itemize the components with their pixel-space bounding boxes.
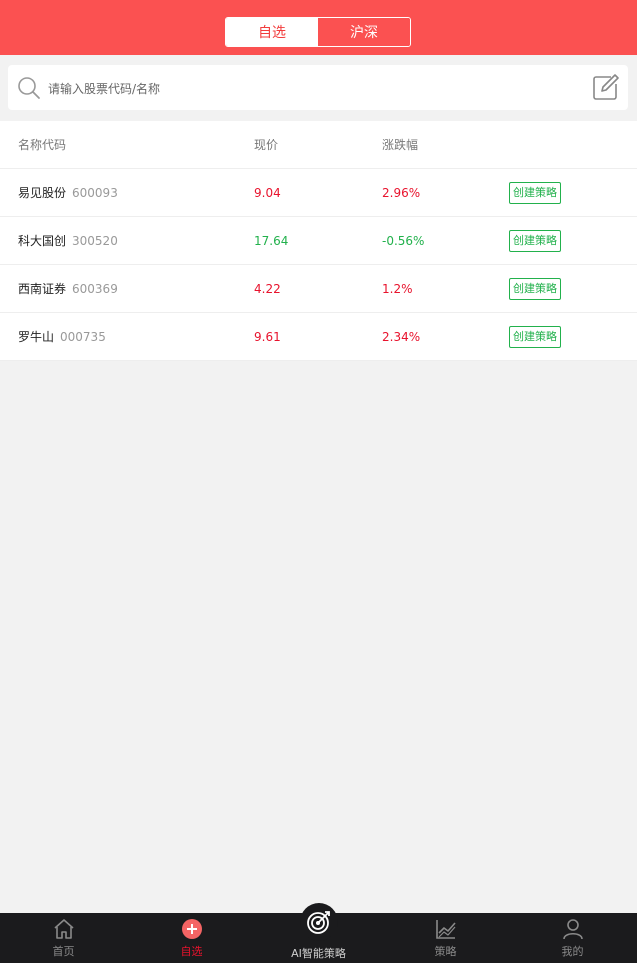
tab-shanghai-shenzhen[interactable]: 沪深 — [318, 18, 410, 46]
tab-ai-strategy-label: AI智能策略 — [291, 947, 346, 960]
stock-change: 2.34% — [382, 329, 421, 344]
search-input[interactable] — [46, 73, 580, 104]
table-row[interactable]: 易见股份 600093 9.04 2.96% 创建策略 — [0, 169, 637, 217]
stock-name: 罗牛山 — [18, 330, 55, 344]
stock-name: 西南证券 — [18, 282, 67, 296]
stock-change: 1.2% — [382, 281, 413, 296]
tab-profile[interactable]: 我的 — [509, 913, 636, 963]
stock-code: 300520 — [72, 233, 118, 248]
create-strategy-button-cell: 创建策略 — [509, 313, 561, 360]
tab-strategy[interactable]: 策略 — [382, 913, 509, 963]
tab-strategy-label: 策略 — [434, 945, 457, 958]
column-header-change: 涨跌幅 — [382, 138, 419, 152]
chart-icon — [435, 920, 456, 939]
stock-table: 名称代码 现价 涨跌幅 易见股份 600093 9.04 2.96% 创建策略 … — [0, 121, 637, 361]
plus-circle-icon — [181, 919, 202, 939]
stock-name-code: 科大国创 300520 — [18, 217, 118, 264]
stock-price: 17.64 — [254, 233, 289, 248]
top-header: 自选 沪深 — [0, 0, 637, 55]
stock-price: 9.61 — [254, 329, 281, 344]
tab-watchlist-label: 自选 — [180, 945, 203, 958]
edit-icon[interactable] — [591, 74, 619, 102]
create-strategy-button[interactable]: 创建策略 — [509, 325, 561, 348]
stock-code: 600369 — [72, 281, 118, 296]
column-header-price: 现价 — [254, 138, 279, 152]
home-icon — [53, 919, 74, 939]
table-row[interactable]: 罗牛山 000735 9.61 2.34% 创建策略 — [0, 313, 637, 361]
stock-name: 科大国创 — [18, 234, 67, 248]
create-strategy-button[interactable]: 创建策略 — [509, 181, 561, 204]
stock-change: -0.56% — [382, 233, 425, 248]
stock-name-code: 易见股份 600093 — [18, 169, 118, 216]
table-header: 名称代码 现价 涨跌幅 — [0, 121, 637, 169]
search-bar — [8, 65, 628, 110]
tab-profile-label: 我的 — [561, 945, 584, 958]
create-strategy-button-cell: 创建策略 — [509, 169, 561, 216]
stock-name-code: 罗牛山 000735 — [18, 313, 106, 360]
segment-control: 自选 沪深 — [225, 17, 411, 47]
tab-watchlist[interactable]: 自选 — [226, 18, 318, 46]
target-icon — [306, 911, 330, 934]
user-icon — [562, 919, 583, 940]
tab-watchlist-nav[interactable]: 自选 — [128, 913, 255, 963]
stock-price: 4.22 — [254, 281, 281, 296]
create-strategy-button[interactable]: 创建策略 — [509, 229, 561, 252]
stock-price: 9.04 — [254, 185, 281, 200]
table-row[interactable]: 西南证券 600369 4.22 1.2% 创建策略 — [0, 265, 637, 313]
table-row[interactable]: 科大国创 300520 17.64 -0.56% 创建策略 — [0, 217, 637, 265]
stock-name: 易见股份 — [18, 186, 67, 200]
create-strategy-button-cell: 创建策略 — [509, 217, 561, 264]
stock-name-code: 西南证券 600369 — [18, 265, 118, 312]
stock-code: 600093 — [72, 185, 118, 200]
stock-code: 000735 — [60, 329, 106, 344]
ai-strategy-badge — [299, 903, 338, 941]
tab-home-label: 首页 — [52, 945, 75, 958]
search-icon — [18, 77, 40, 99]
bottom-tab-bar: 首页 自选 AI智能策略 策略 我的 — [0, 903, 637, 963]
create-strategy-button[interactable]: 创建策略 — [509, 277, 561, 300]
create-strategy-button-cell: 创建策略 — [509, 265, 561, 312]
tab-home[interactable]: 首页 — [0, 913, 127, 963]
tab-ai-strategy[interactable]: AI智能策略 — [255, 903, 382, 963]
column-header-name-code: 名称代码 — [18, 138, 67, 152]
stock-change: 2.96% — [382, 185, 421, 200]
